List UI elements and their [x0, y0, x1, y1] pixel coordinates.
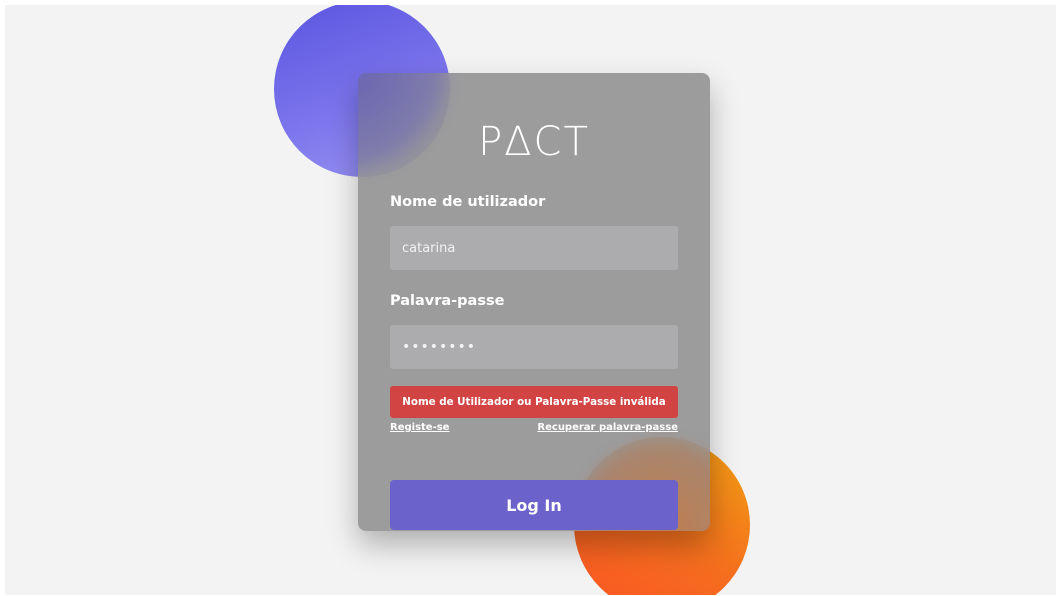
register-link[interactable]: Registe-se	[390, 422, 449, 433]
password-input[interactable]	[390, 325, 678, 369]
username-label: Nome de utilizador	[390, 194, 546, 210]
password-label: Palavra-passe	[390, 293, 505, 309]
username-input[interactable]	[390, 226, 678, 270]
login-button[interactable]: Log In	[390, 480, 678, 530]
pact-logo: PΔCT	[478, 119, 590, 165]
recover-password-link[interactable]: Recuperar palavra-passe	[537, 422, 678, 433]
login-card: PΔCT Nome de utilizador Palavra-passe No…	[358, 73, 710, 531]
error-message: Nome de Utilizador ou Palavra-Passe invá…	[390, 386, 678, 418]
page-background: PΔCT Nome de utilizador Palavra-passe No…	[5, 5, 1056, 595]
